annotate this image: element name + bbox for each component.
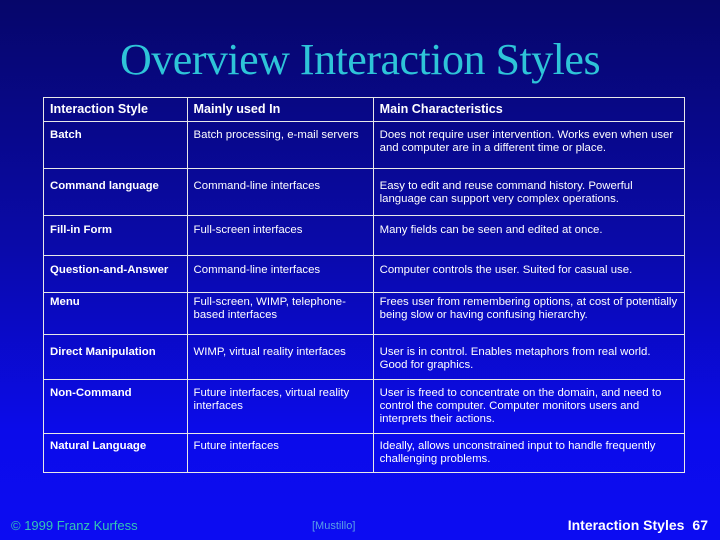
style-cell: Question-and-Answer bbox=[43, 255, 188, 293]
interaction-styles-table: Interaction Style Mainly used In Main Ch… bbox=[43, 97, 686, 473]
table-row: Fill-in Form Full-screen interfaces Many… bbox=[43, 215, 686, 256]
table-row: Command language Command-line interfaces… bbox=[43, 168, 686, 216]
slide-title: Overview Interaction Styles bbox=[119, 35, 601, 84]
style-cell: Command language bbox=[43, 168, 188, 216]
used-in-cell: Future interfaces, virtual reality inter… bbox=[186, 379, 374, 434]
characteristics-cell: Ideally, allows unconstrained input to h… bbox=[372, 433, 686, 473]
table-header-row: Interaction Style Mainly used In Main Ch… bbox=[43, 97, 686, 122]
table-row: Non-Command Future interfaces, virtual r… bbox=[43, 379, 686, 434]
style-cell: Non-Command bbox=[43, 379, 188, 434]
characteristics-cell: User is freed to concentrate on the doma… bbox=[372, 379, 686, 434]
used-in-cell: Full-screen, WIMP, telephone-based inter… bbox=[186, 292, 374, 335]
header-mainly-used-in: Mainly used In bbox=[186, 97, 374, 122]
style-cell: Fill-in Form bbox=[43, 215, 188, 256]
footer-copyright: © 1999 Franz Kurfess bbox=[11, 518, 138, 533]
characteristics-cell: Easy to edit and reuse command history. … bbox=[372, 168, 686, 216]
characteristics-cell: Does not require user intervention. Work… bbox=[372, 121, 686, 169]
table-row: Natural Language Future interfaces Ideal… bbox=[43, 433, 686, 473]
footer-source: [Mustillo] bbox=[312, 520, 356, 532]
footer-section: Interaction Styles 67 bbox=[568, 517, 708, 533]
style-cell: Direct Manipulation bbox=[43, 334, 188, 380]
style-cell: Natural Language bbox=[43, 433, 188, 473]
used-in-cell: Batch processing, e-mail servers bbox=[186, 121, 374, 169]
characteristics-cell: User is in control. Enables metaphors fr… bbox=[372, 334, 686, 380]
used-in-cell: Command-line interfaces bbox=[186, 255, 374, 293]
used-in-cell: WIMP, virtual reality interfaces bbox=[186, 334, 374, 380]
used-in-cell: Command-line interfaces bbox=[186, 168, 374, 216]
footer-section-title: Interaction Styles bbox=[567, 517, 685, 533]
header-interaction-style: Interaction Style bbox=[43, 97, 188, 122]
characteristics-cell: Frees user from remembering options, at … bbox=[372, 292, 686, 335]
used-in-cell: Full-screen interfaces bbox=[186, 215, 374, 256]
header-main-characteristics: Main Characteristics bbox=[372, 97, 686, 122]
table-row: Direct Manipulation WIMP, virtual realit… bbox=[43, 334, 686, 380]
characteristics-cell: Many fields can be seen and edited at on… bbox=[372, 215, 686, 256]
table-row: Question-and-Answer Command-line interfa… bbox=[43, 255, 686, 293]
style-cell: Batch bbox=[43, 121, 188, 169]
page-number: 67 bbox=[692, 517, 708, 533]
table-row: Batch Batch processing, e-mail servers D… bbox=[43, 121, 686, 169]
style-cell: Menu bbox=[43, 292, 188, 335]
used-in-cell: Future interfaces bbox=[186, 433, 374, 473]
table-row: Menu Full-screen, WIMP, telephone-based … bbox=[43, 292, 686, 335]
characteristics-cell: Computer controls the user. Suited for c… bbox=[372, 255, 686, 293]
